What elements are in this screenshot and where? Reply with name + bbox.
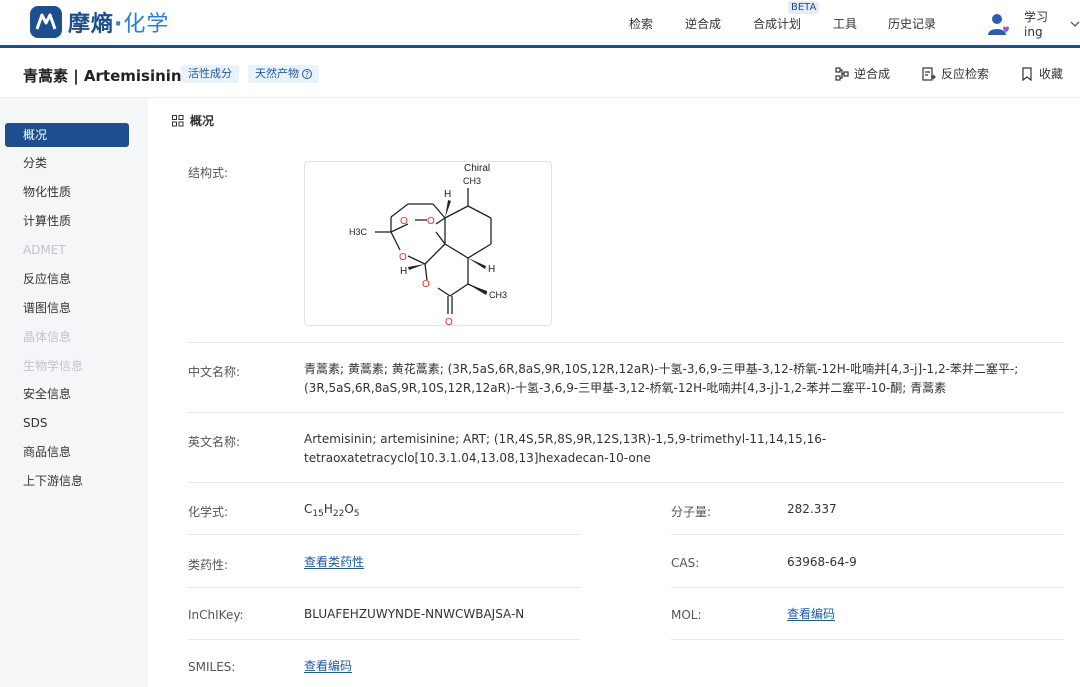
reaction-search-label: 反应检索: [941, 67, 990, 81]
smiles-label: SMILES:: [188, 660, 236, 674]
page-title: 青蒿素 | Artemisinin: [23, 67, 182, 85]
divider: [188, 534, 580, 535]
tag-label: 天然产物: [255, 67, 299, 80]
chinese-name-label: 中文名称:: [188, 365, 241, 379]
formula-count: 5: [353, 509, 360, 519]
nav-item-history[interactable]: 历史记录: [888, 15, 936, 32]
section-sidebar: 概况 分类 物化性质 计算性质 ADMET 反应信息 谱图信息 晶体信息 生物学…: [0, 98, 148, 687]
hydrogen-label: H: [400, 266, 407, 277]
sidebar-item-biology: 生物学信息: [23, 359, 84, 373]
sidebar-item-physchem[interactable]: 物化性质: [5, 180, 129, 204]
bookmark-icon: [1022, 66, 1032, 81]
english-name-value: Artemisinin; artemisinine; ART; (1R,4S,5…: [304, 432, 827, 465]
atom-label: H3C: [349, 227, 368, 237]
sidebar-item-classification[interactable]: 分类: [5, 151, 129, 175]
formula-count: 15: [312, 509, 324, 519]
retrosynthesis-label: 逆合成: [854, 67, 891, 81]
user-menu[interactable]: 学习ing: [986, 8, 1080, 39]
username: 学习ing: [1024, 10, 1049, 39]
chevron-down-icon: [1070, 21, 1080, 27]
compound-title-bar: 青蒿素 | Artemisinin 活性成分 天然产物? 逆合成 反应检索 收藏: [0, 48, 1080, 98]
tag-label: 活性成分: [188, 67, 232, 80]
sidebar-item-upstream-downstream[interactable]: 上下游信息: [5, 469, 129, 493]
divider: [188, 482, 1064, 483]
sidebar-item-reactions[interactable]: 反应信息: [5, 267, 129, 291]
sidebar-item-crystal: 晶体信息: [23, 330, 72, 344]
retrosynthesis-icon: [835, 66, 849, 81]
reaction-search-button[interactable]: 反应检索: [922, 65, 989, 82]
mol-label: MOL:: [671, 608, 702, 622]
divider: [188, 639, 580, 640]
molecular-weight-value: 282.337: [787, 502, 837, 516]
molecule-structure-icon: Chiral CH3 H3C O O O O O H H H CH3: [349, 163, 507, 328]
divider: [671, 587, 1064, 588]
atom-label: CH3: [463, 176, 481, 186]
smiles-link[interactable]: 查看编码: [304, 657, 352, 676]
inchikey-label: InChIKey:: [188, 608, 244, 622]
hydrogen-label: H: [488, 264, 495, 275]
divider: [188, 587, 580, 588]
beta-badge: BETA: [788, 1, 820, 14]
tag-natural-product[interactable]: 天然产物?: [248, 65, 319, 83]
formula-element: H: [323, 502, 333, 516]
formula-value: C15H22O5: [304, 500, 360, 519]
divider: [671, 534, 1064, 535]
sidebar-item-sds[interactable]: SDS: [5, 411, 129, 435]
formula-element: O: [344, 502, 354, 516]
sidebar-item-safety[interactable]: 安全信息: [5, 382, 129, 406]
top-navigation: 摩熵·化学 检索 逆合成 合成计划 BETA 工具 历史记录 学习ing: [0, 0, 1080, 45]
section-title-text: 概况: [190, 114, 215, 128]
logo-text-main: 摩熵: [68, 12, 115, 37]
divider: [188, 412, 1064, 413]
logo-text-dot: ·: [114, 12, 124, 37]
sidebar-item-computed[interactable]: 计算性质: [5, 209, 129, 233]
divider: [188, 342, 1064, 343]
molecular-weight-label: 分子量:: [671, 505, 712, 519]
sidebar-item-admet: ADMET: [23, 243, 66, 257]
logo-mark-icon: [30, 6, 62, 38]
mol-link[interactable]: 查看编码: [787, 605, 835, 624]
avatar: [986, 11, 1012, 37]
oxygen-label: O: [445, 317, 453, 327]
favorite-label: 收藏: [1039, 67, 1064, 81]
sidebar-item-spectra[interactable]: 谱图信息: [5, 296, 129, 320]
sidebar-item-overview[interactable]: 概况: [5, 123, 129, 147]
divider: [671, 639, 1064, 640]
english-name-label: 英文名称:: [188, 435, 241, 449]
atom-label: CH3: [489, 290, 507, 300]
oxygen-label: O: [422, 279, 430, 290]
retrosynthesis-button[interactable]: 逆合成: [835, 65, 890, 82]
overview-section-title: 概况: [172, 112, 214, 129]
formula-count: 22: [332, 509, 345, 519]
question-icon[interactable]: ?: [302, 69, 312, 79]
hydrogen-label: H: [444, 189, 451, 200]
nav-item-synthesis-plan[interactable]: 合成计划: [753, 15, 801, 32]
chiral-label: Chiral: [464, 163, 490, 174]
oxygen-label: O: [399, 252, 407, 263]
inchikey-value: BLUAFEHZUWYNDE-NNWCWBAJSA-N: [304, 607, 525, 621]
structure-image[interactable]: Chiral CH3 H3C O O O O O H H H CH3: [304, 161, 552, 328]
logo-text: 摩熵·化学: [68, 6, 169, 38]
logo-text-chem: 化学: [123, 12, 170, 37]
reaction-search-icon: [922, 66, 936, 81]
oxygen-label: O: [427, 216, 435, 227]
druglike-link[interactable]: 查看类药性: [304, 553, 364, 572]
chinese-name-value: 青蒿素; 黄蒿素; 黄花蒿素; (3R,5aS,6R,8aS,9R,10S,12…: [304, 362, 1019, 395]
formula-label: 化学式:: [188, 505, 229, 519]
favorite-button[interactable]: 收藏: [1020, 65, 1063, 82]
grid-icon: [172, 114, 184, 126]
tag-active-ingredient[interactable]: 活性成分: [181, 65, 239, 83]
cas-label: CAS:: [671, 556, 700, 570]
druglike-label: 类药性:: [188, 558, 229, 572]
nav-item-tools[interactable]: 工具: [833, 15, 857, 32]
nav-item-retrosynthesis[interactable]: 逆合成: [685, 15, 721, 32]
sidebar-item-products[interactable]: 商品信息: [5, 440, 129, 464]
structure-label: 结构式:: [188, 166, 229, 180]
app-logo[interactable]: 摩熵·化学: [30, 5, 169, 39]
cas-value: 63968-64-9: [787, 555, 857, 569]
oxygen-label: O: [400, 216, 408, 227]
nav-item-search[interactable]: 检索: [629, 15, 653, 32]
